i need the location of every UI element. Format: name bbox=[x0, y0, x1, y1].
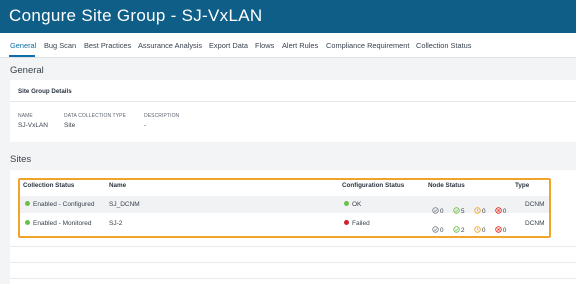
node-status-cell: 0 5 0 0 bbox=[432, 200, 506, 215]
page-title: Con​gure Site Group - SJ-VxLAN bbox=[9, 6, 263, 25]
status-dot-icon bbox=[25, 201, 30, 206]
collection-status-cell: Enabled - Configured bbox=[25, 201, 94, 208]
tab-best-practices[interactable]: Best Practices bbox=[84, 41, 131, 50]
status-dot-icon bbox=[344, 220, 349, 225]
col-header-name[interactable]: Name bbox=[109, 182, 126, 189]
collection-status-cell: Enabled - Monitored bbox=[25, 220, 92, 227]
node-error-count: 0 bbox=[502, 208, 507, 215]
site-name-cell[interactable]: SJ-2 bbox=[109, 220, 122, 227]
node-ok-count: 5 bbox=[460, 208, 465, 215]
col-header-node-status[interactable]: Node Status bbox=[428, 182, 465, 189]
config-status-text: OK bbox=[352, 201, 362, 208]
node-neutral-count: 0 bbox=[440, 227, 444, 234]
row-divider bbox=[10, 246, 576, 247]
type-cell: DCNM bbox=[525, 201, 545, 208]
site-group-details-title: Site Group Details bbox=[18, 88, 72, 95]
node-status-cell: 0 2 0 0 bbox=[432, 219, 506, 234]
node-warn-count: 0 bbox=[481, 227, 486, 234]
status-dot-icon bbox=[344, 201, 349, 206]
table-row[interactable]: Enabled - Configured SJ_DCNM OK 0 5 0 0 … bbox=[20, 196, 550, 215]
tab-export-data[interactable]: Export Data bbox=[209, 41, 248, 50]
check-circle-outline-gray-icon bbox=[432, 226, 439, 233]
col-header-type[interactable]: Type bbox=[515, 182, 529, 189]
tab-bug-scan[interactable]: Bug Scan bbox=[44, 41, 76, 50]
tab-bar: General Bug Scan Best Practices Assuranc… bbox=[0, 33, 576, 58]
tab-collection-status[interactable]: Collection Status bbox=[416, 41, 471, 50]
description-value: - bbox=[144, 122, 147, 129]
x-circle-outline-red-icon bbox=[495, 207, 502, 214]
name-value: SJ-VxLAN bbox=[18, 122, 48, 129]
site-group-details-card: Site Group Details NAME SJ-VxLAN DATA CO… bbox=[10, 80, 576, 142]
tab-compliance-requirement[interactable]: Compliance Requirement bbox=[326, 41, 409, 50]
clock-circle-outline-orange-icon bbox=[474, 207, 481, 214]
sites-section-title: Sites bbox=[10, 154, 32, 165]
node-neutral-count: 0 bbox=[440, 208, 444, 215]
node-warn-count: 0 bbox=[481, 208, 486, 215]
col-header-collection-status[interactable]: Collection Status bbox=[23, 182, 74, 189]
collection-status-text: Enabled - Configured bbox=[33, 201, 95, 208]
data-collection-type-label: DATA COLLECTION TYPE bbox=[64, 113, 127, 119]
data-collection-type-value: Site bbox=[64, 122, 76, 129]
check-circle-outline-gray-icon bbox=[432, 207, 439, 214]
config-status-cell: Failed bbox=[344, 220, 370, 227]
node-error-count: 0 bbox=[502, 227, 507, 234]
collection-status-text: Enabled - Monitored bbox=[33, 220, 92, 227]
table-row[interactable]: Enabled - Monitored SJ-2 Failed 0 2 0 0 … bbox=[20, 215, 550, 234]
tab-alert-rules[interactable]: Alert Rules bbox=[282, 41, 318, 50]
tab-general[interactable]: General bbox=[10, 41, 36, 50]
tab-flows[interactable]: Flows bbox=[255, 41, 274, 50]
row-divider bbox=[10, 278, 576, 279]
active-tab-indicator bbox=[9, 55, 35, 57]
general-section-title: General bbox=[10, 65, 44, 76]
page-header: Con​gure Site Group - SJ-VxLAN bbox=[0, 0, 576, 33]
node-ok-count: 2 bbox=[460, 227, 465, 234]
sites-table: Collection Status Name Configuration Sta… bbox=[10, 170, 576, 284]
x-circle-outline-red-icon bbox=[495, 226, 502, 233]
check-circle-outline-green-icon bbox=[453, 207, 460, 214]
row-divider bbox=[10, 262, 576, 263]
check-circle-outline-green-icon bbox=[453, 226, 460, 233]
name-label: NAME bbox=[18, 113, 33, 119]
card-divider bbox=[10, 101, 576, 102]
tab-assurance-analysis[interactable]: Assurance Analysis bbox=[138, 41, 202, 50]
status-dot-icon bbox=[25, 220, 30, 225]
config-status-cell: OK bbox=[344, 201, 361, 208]
description-label: DESCRIPTION bbox=[144, 113, 180, 119]
col-header-configuration-status[interactable]: Configuration Status bbox=[342, 182, 404, 189]
clock-circle-outline-orange-icon bbox=[474, 226, 481, 233]
type-cell: DCNM bbox=[525, 220, 545, 227]
site-name-cell[interactable]: SJ_DCNM bbox=[109, 201, 140, 208]
config-status-text: Failed bbox=[352, 220, 370, 227]
